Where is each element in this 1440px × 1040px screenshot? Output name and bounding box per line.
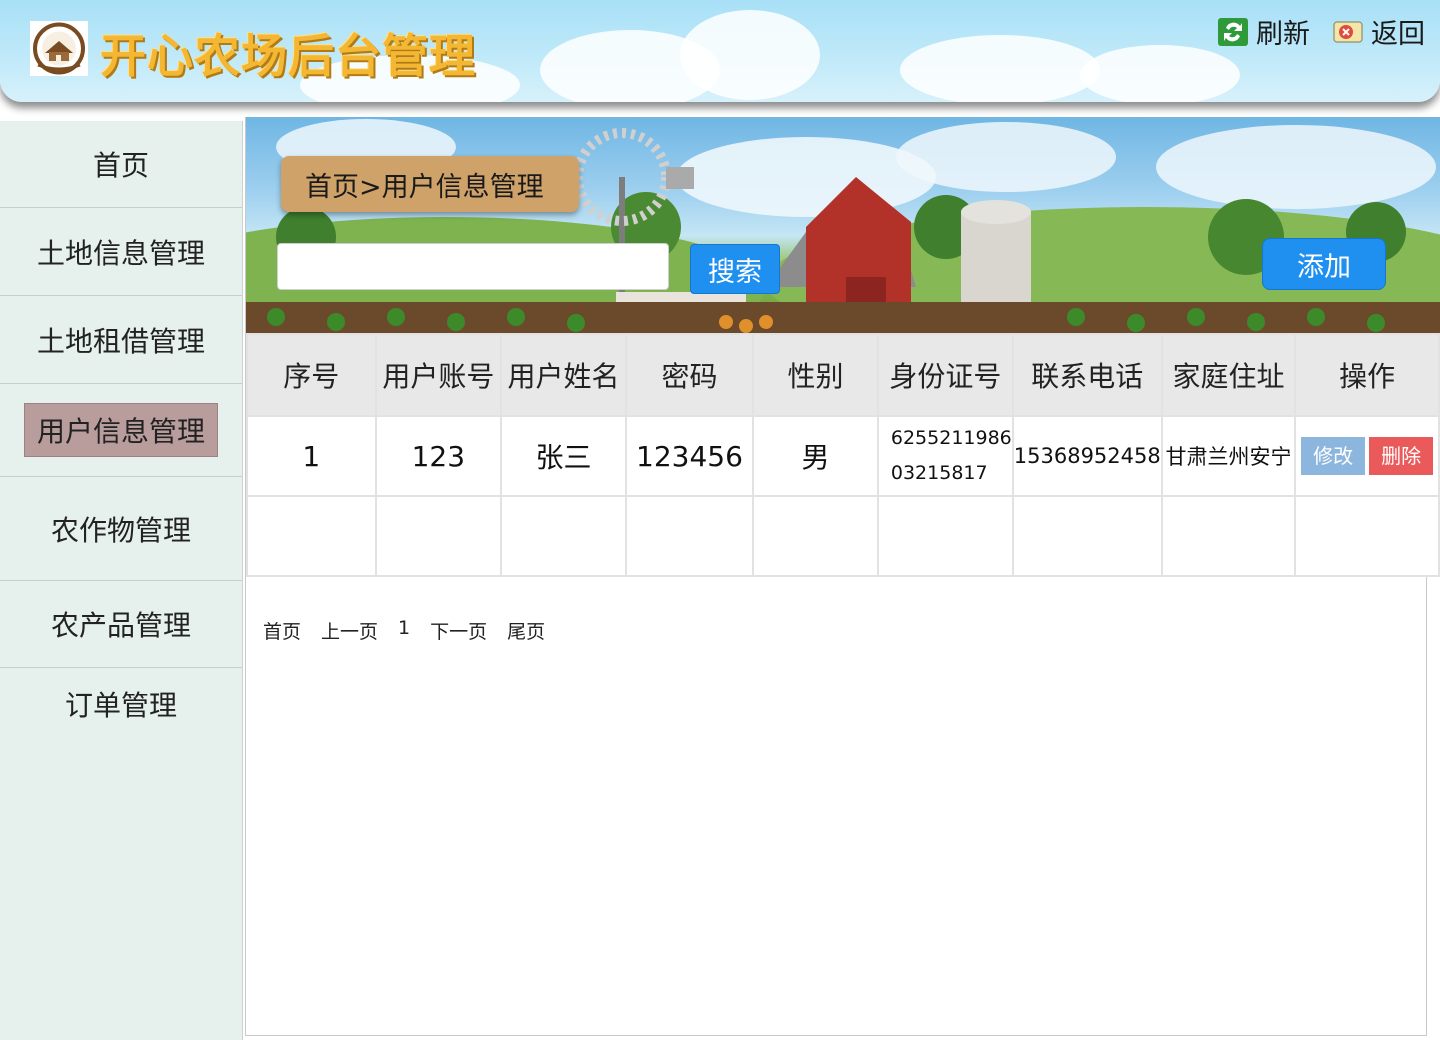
back-icon xyxy=(1333,18,1363,46)
empty-cell xyxy=(374,495,503,577)
empty-cell xyxy=(752,495,879,577)
cell-id-card: 6255211986 03215817 xyxy=(876,415,1014,497)
search-button[interactable]: 搜索 xyxy=(690,244,780,294)
sidebar-item-label: 土地租借管理 xyxy=(36,324,205,358)
sidebar-item-label: 首页 xyxy=(92,149,149,182)
sidebar-item-crops[interactable]: 农作物管理 xyxy=(0,477,242,581)
empty-cell xyxy=(500,495,627,577)
sidebar-item-user-info[interactable]: 用户信息管理 xyxy=(0,384,242,477)
delete-button[interactable]: 删除 xyxy=(1369,437,1434,475)
cell-password: 123456 xyxy=(624,415,755,497)
sidebar-item-label: 农产品管理 xyxy=(50,609,191,642)
add-button[interactable]: 添加 xyxy=(1262,238,1386,290)
cell-actions: 修改 删除 xyxy=(1294,415,1440,497)
column-header-account: 用户账号 xyxy=(374,333,503,417)
sidebar-item-products[interactable]: 农产品管理 xyxy=(0,581,242,668)
breadcrumb: 首页>用户信息管理 xyxy=(281,156,579,212)
search-input[interactable] xyxy=(277,243,669,290)
empty-cell xyxy=(624,495,755,577)
id-card-line-1: 6255211986 xyxy=(890,427,1012,449)
edit-button[interactable]: 修改 xyxy=(1301,437,1366,475)
cloud-decoration xyxy=(1080,45,1240,102)
column-header-index: 序号 xyxy=(246,333,377,417)
column-header-name: 用户姓名 xyxy=(500,333,627,417)
site-title: 开心农场后台管理 xyxy=(100,29,476,83)
empty-cell xyxy=(876,495,1014,577)
sidebar: 首页 土地信息管理 土地租借管理 用户信息管理 农作物管理 农产品管理 订单管理 xyxy=(0,121,243,1040)
top-header: 开心农场后台管理 刷新 返回 xyxy=(0,0,1440,102)
page-next-link[interactable]: 下一页 xyxy=(430,617,487,644)
id-card-line-2: 03215817 xyxy=(890,462,988,484)
table-row-empty xyxy=(246,495,1440,577)
sidebar-item-home[interactable]: 首页 xyxy=(0,121,242,208)
refresh-icon xyxy=(1218,17,1248,46)
farm-logo xyxy=(30,21,88,76)
sidebar-item-label: 订单管理 xyxy=(64,689,177,722)
page-last-link[interactable]: 尾页 xyxy=(507,617,545,644)
cell-index: 1 xyxy=(246,415,377,497)
sidebar-item-orders[interactable]: 订单管理 xyxy=(0,668,242,740)
cell-account: 123 xyxy=(374,415,503,497)
farm-banner-image xyxy=(246,117,1440,333)
cloud-decoration xyxy=(900,35,1100,102)
column-header-id-card: 身份证号 xyxy=(876,333,1014,417)
back-label: 返回 xyxy=(1371,19,1425,50)
page-current: 1 xyxy=(398,617,411,639)
column-header-address: 家庭住址 xyxy=(1160,333,1297,417)
user-table: 序号 用户账号 用户姓名 密码 性别 身份证号 联系电话 家庭住址 操作 1 1… xyxy=(246,333,1440,577)
sidebar-item-label: 用户信息管理 xyxy=(23,403,218,457)
sidebar-item-land-rental[interactable]: 土地租借管理 xyxy=(0,296,242,384)
empty-cell xyxy=(1011,495,1163,577)
page-first-link[interactable]: 首页 xyxy=(263,617,301,644)
cell-name: 张三 xyxy=(500,415,627,497)
refresh-button[interactable]: 刷新 xyxy=(1218,12,1310,51)
sidebar-item-land-info[interactable]: 土地信息管理 xyxy=(0,208,242,296)
cell-phone: 15368952458 xyxy=(1011,415,1163,497)
cell-address: 甘肃兰州安宁 xyxy=(1160,415,1297,497)
table-row: 1 123 张三 123456 男 6255211986 03215817 15… xyxy=(246,415,1440,497)
page-prev-link[interactable]: 上一页 xyxy=(321,617,378,644)
empty-cell xyxy=(1294,495,1440,577)
cell-gender: 男 xyxy=(752,415,879,497)
back-button[interactable]: 返回 xyxy=(1333,12,1425,51)
sidebar-item-label: 农作物管理 xyxy=(50,513,191,547)
column-header-actions: 操作 xyxy=(1294,333,1440,417)
cloud-decoration xyxy=(680,10,820,100)
column-header-gender: 性别 xyxy=(752,333,879,417)
empty-cell xyxy=(1160,495,1297,577)
sidebar-item-label: 土地信息管理 xyxy=(36,236,205,270)
refresh-label: 刷新 xyxy=(1256,19,1310,50)
empty-cell xyxy=(246,495,377,577)
column-header-password: 密码 xyxy=(624,333,755,417)
pagination: 首页 上一页 1 下一页 尾页 xyxy=(263,617,565,644)
table-header-row: 序号 用户账号 用户姓名 密码 性别 身份证号 联系电话 家庭住址 操作 xyxy=(246,333,1440,417)
column-header-phone: 联系电话 xyxy=(1011,333,1163,417)
